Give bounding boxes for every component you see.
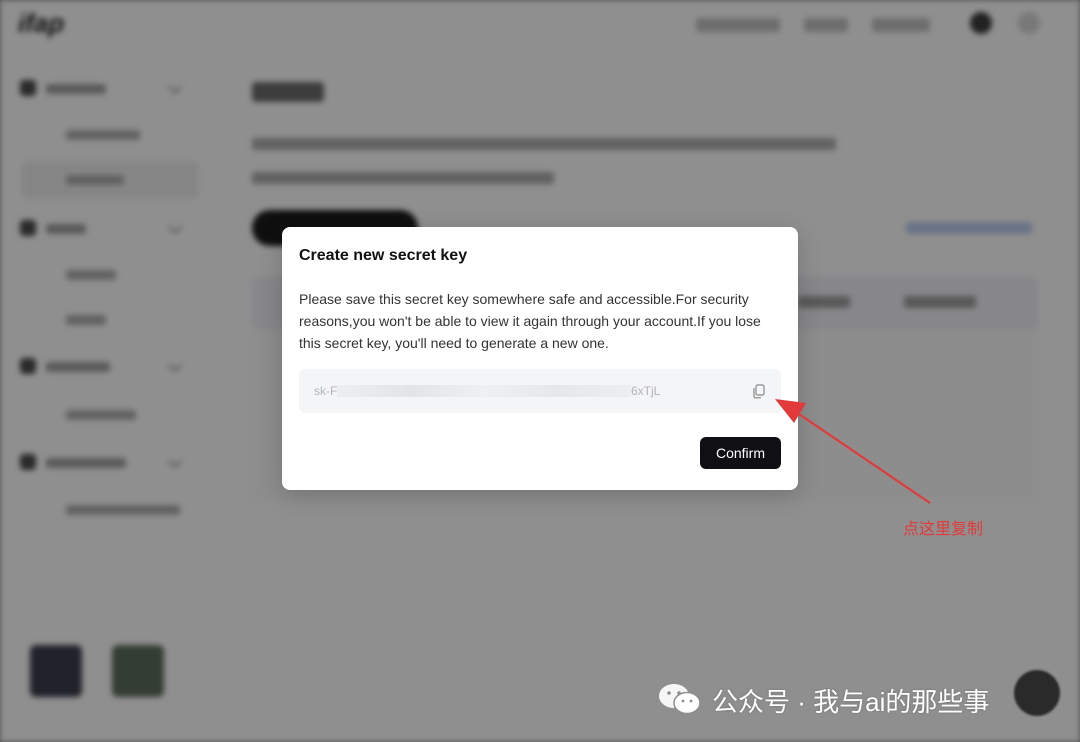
watermark-text: 公众号 · 我与ai的那些事 <box>712 687 990 717</box>
confirm-button[interactable]: Confirm <box>700 437 781 469</box>
annotation-label: 点这里复制 <box>903 521 984 538</box>
wechat-icon <box>659 684 701 715</box>
secret-key-field: sk-F 6xTjL <box>299 369 781 413</box>
copy-icon[interactable] <box>749 381 769 401</box>
floating-action-button[interactable] <box>1014 670 1060 716</box>
dialog-description: Please save this secret key somewhere sa… <box>299 291 761 351</box>
secret-key-prefix: sk-F <box>314 384 338 398</box>
create-secret-key-dialog: Create new secret key Please save this s… <box>282 227 798 490</box>
dialog-title: Create new secret key <box>299 247 468 264</box>
secret-key-redaction <box>337 385 631 397</box>
secret-key-suffix: 6xTjL <box>631 384 661 398</box>
